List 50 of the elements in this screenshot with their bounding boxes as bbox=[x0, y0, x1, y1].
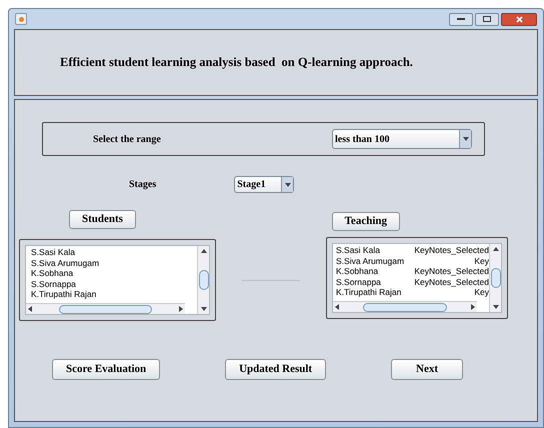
dropdown-arrow-icon[interactable] bbox=[462, 137, 468, 141]
dropdown-arrow-icon[interactable] bbox=[284, 182, 291, 186]
right-arrow-icon[interactable] bbox=[471, 304, 475, 310]
teaching-name-cell: S.Sasi Kala bbox=[336, 245, 380, 256]
teaching-note-cell: KeyNotes_Selected bbox=[414, 266, 489, 276]
right-arrow-icon[interactable] bbox=[179, 306, 183, 312]
teaching-note-cell: KeyNotes_Selected bbox=[414, 245, 489, 256]
up-arrow-icon[interactable] bbox=[492, 247, 498, 251]
action-button[interactable]: Score Evaluation bbox=[52, 359, 160, 380]
down-arrow-icon[interactable] bbox=[492, 305, 498, 309]
vertical-scrollbar[interactable] bbox=[489, 244, 501, 312]
close-icon bbox=[516, 16, 522, 22]
dropdown-arrow-button[interactable] bbox=[281, 177, 294, 192]
teaching-note-cell: KeyNotes_Selected bbox=[414, 276, 489, 287]
scroll-thumb[interactable] bbox=[198, 270, 208, 290]
scroll-thumb[interactable] bbox=[363, 302, 447, 312]
minimize-button[interactable] bbox=[449, 12, 473, 26]
teaching-note-cell: Key bbox=[474, 287, 489, 298]
scroll-thumb[interactable] bbox=[59, 304, 152, 314]
teaching-name-cell: K.Tirupathi Rajan bbox=[336, 287, 402, 298]
students-button[interactable]: Students bbox=[69, 210, 136, 229]
student-list-item[interactable]: S.Sasi Kala bbox=[31, 247, 75, 258]
student-list-item[interactable]: S.Sornappa bbox=[31, 278, 76, 289]
maximize-button[interactable] bbox=[475, 12, 499, 26]
student-list-item[interactable]: S.Siva Arumugam bbox=[31, 258, 100, 268]
student-list-item[interactable]: K.Sobhana bbox=[31, 268, 74, 278]
stages-label: Stages bbox=[129, 178, 156, 192]
range-label: Select the range bbox=[93, 132, 161, 146]
dropdown-arrow-button[interactable] bbox=[459, 130, 471, 148]
scroll-thumb[interactable] bbox=[490, 268, 500, 288]
teaching-button[interactable]: Teaching bbox=[332, 212, 400, 231]
stages-dropdown[interactable]: Stage1 bbox=[234, 176, 294, 193]
teaching-note-cell: Key bbox=[474, 256, 489, 266]
left-arrow-icon[interactable] bbox=[28, 306, 32, 312]
horizontal-scrollbar[interactable] bbox=[26, 303, 185, 314]
action-button[interactable]: Next bbox=[391, 359, 463, 380]
left-arrow-icon[interactable] bbox=[335, 304, 339, 310]
teaching-name-cell: S.Sornappa bbox=[336, 276, 381, 287]
action-button[interactable]: Updated Result bbox=[225, 359, 326, 380]
up-arrow-icon[interactable] bbox=[200, 249, 206, 253]
vertical-scrollbar[interactable] bbox=[197, 246, 209, 314]
close-button[interactable] bbox=[501, 12, 537, 26]
horizontal-scrollbar[interactable] bbox=[333, 301, 477, 312]
down-arrow-icon[interactable] bbox=[200, 307, 206, 311]
range-dropdown[interactable]: less than 100 bbox=[332, 129, 472, 149]
teaching-name-cell: S.Siva Arumugam bbox=[336, 256, 404, 266]
student-list-item[interactable]: K.Tirupathi Rajan bbox=[31, 289, 96, 300]
teaching-name-cell: K.Sobhana bbox=[336, 266, 378, 276]
app-icon bbox=[15, 13, 27, 25]
app-title: Efficient student learning analysis based on Q-learning approach. bbox=[60, 54, 413, 72]
